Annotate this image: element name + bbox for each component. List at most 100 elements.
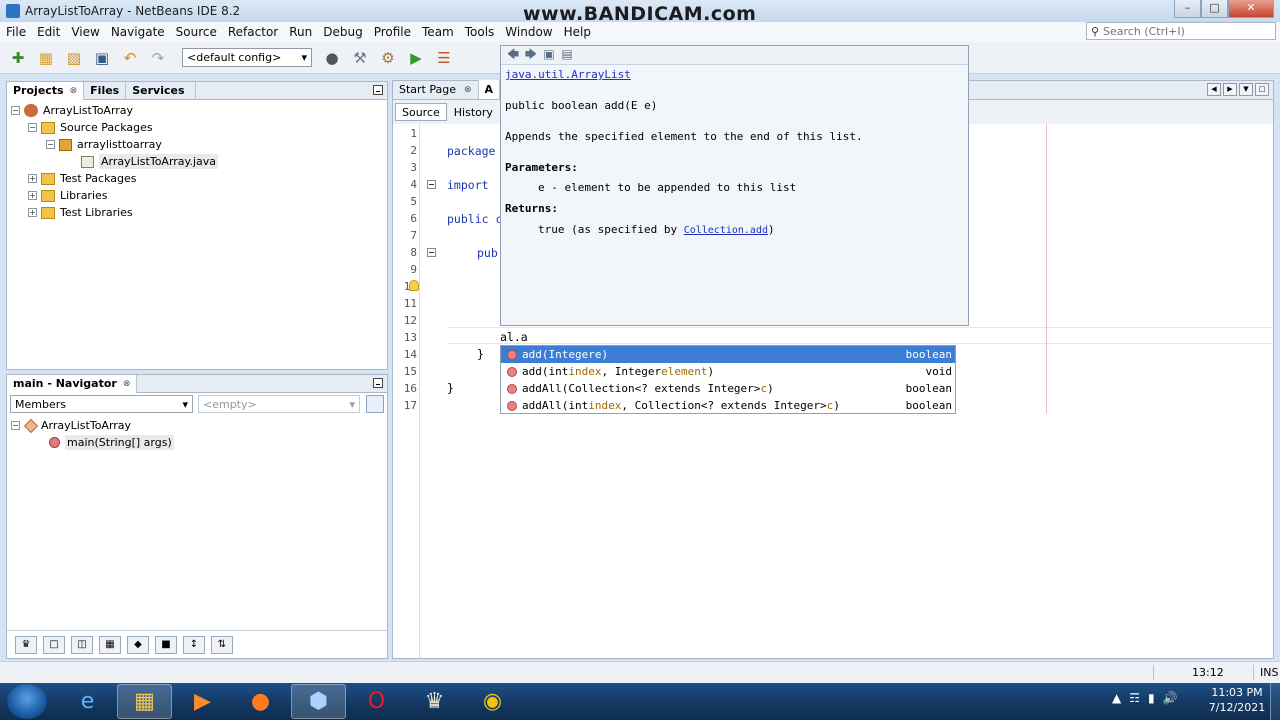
file-explorer-icon[interactable]: ▦ xyxy=(117,684,172,719)
collapse-icon[interactable]: − xyxy=(28,123,37,132)
collapse-icon[interactable]: − xyxy=(46,140,55,149)
scroll-right-icon[interactable]: ▶ xyxy=(1223,83,1237,96)
members-select[interactable]: Members ▾ xyxy=(10,395,193,413)
menu-tools[interactable]: Tools xyxy=(459,25,500,39)
source-view-button[interactable]: Source xyxy=(395,103,447,121)
collection-add-link[interactable]: Collection.add xyxy=(684,225,768,236)
completion-item[interactable]: add (Integer e) boolean xyxy=(501,346,955,363)
tree-node-test-libraries[interactable]: + Test Libraries xyxy=(7,204,387,221)
scroll-left-icon[interactable]: ◀ xyxy=(1207,83,1221,96)
tree-node-test-packages[interactable]: + Test Packages xyxy=(7,170,387,187)
sort-by-source-icon[interactable]: ↕ xyxy=(183,635,205,654)
tab-list-icon[interactable]: ▼ xyxy=(1239,83,1253,96)
navigator-node-class[interactable]: − ArrayListToArray xyxy=(7,417,387,434)
config-select[interactable]: <default config> ▾ xyxy=(182,48,312,67)
tab-navigator[interactable]: main - Navigator ⊗ xyxy=(7,374,138,393)
completion-item[interactable]: add (int index, Integer element) void xyxy=(501,363,955,380)
menu-help[interactable]: Help xyxy=(558,25,596,39)
build-hammer-icon[interactable]: ⚒ xyxy=(348,47,372,69)
tree-node-source-packages[interactable]: − Source Packages xyxy=(7,119,387,136)
fully-qualified-icon[interactable]: ■ xyxy=(155,635,177,654)
menu-navigate[interactable]: Navigate xyxy=(105,25,170,39)
expand-icon[interactable]: + xyxy=(28,174,37,183)
firefox-icon[interactable]: ● xyxy=(233,684,288,719)
netbeans-icon[interactable]: ⬢ xyxy=(291,684,346,719)
fold-toggle-icon[interactable] xyxy=(427,248,436,257)
back-icon[interactable]: 🡄 xyxy=(504,48,522,62)
menu-edit[interactable]: Edit xyxy=(31,25,65,39)
battery-icon[interactable]: ▮ xyxy=(1148,691,1155,705)
close-button[interactable]: ✕ xyxy=(1228,0,1274,18)
tab-arraylisttoarray-java[interactable]: A xyxy=(478,80,501,99)
tree-node-libraries[interactable]: + Libraries xyxy=(7,187,387,204)
collapse-icon[interactable]: − xyxy=(11,106,20,115)
close-icon[interactable]: ⊗ xyxy=(123,379,131,389)
volume-icon[interactable]: 🔊 xyxy=(1163,691,1178,705)
show-hidden-icons-icon[interactable]: ▲ xyxy=(1112,691,1121,705)
show-fields-icon[interactable]: □ xyxy=(43,635,65,654)
save-all-icon[interactable]: ▣ xyxy=(90,47,114,69)
opera-icon[interactable]: O xyxy=(349,684,404,719)
tab-start-page[interactable]: Start Page ⊗ xyxy=(393,80,479,99)
tab-files[interactable]: Files xyxy=(84,81,127,100)
fold-toggle-icon[interactable] xyxy=(427,180,436,189)
close-icon[interactable]: ⊗ xyxy=(70,86,78,96)
minimize-button[interactable]: – xyxy=(1174,0,1201,18)
media-player-icon[interactable]: ▶ xyxy=(175,684,230,719)
start-button[interactable] xyxy=(7,684,47,719)
collapse-icon[interactable]: − xyxy=(11,421,20,430)
menu-window[interactable]: Window xyxy=(499,25,557,39)
minimize-panel-button[interactable] xyxy=(373,85,383,95)
menu-run[interactable]: Run xyxy=(283,25,317,39)
menu-profile[interactable]: Profile xyxy=(368,25,416,39)
history-view-button[interactable]: History xyxy=(447,103,500,121)
system-clock[interactable]: 11:03 PM 7/12/2021 xyxy=(1207,686,1267,714)
clean-build-icon[interactable]: ⚙ xyxy=(376,47,400,69)
menu-debug[interactable]: Debug xyxy=(317,25,367,39)
maximize-button[interactable]: □ xyxy=(1201,0,1228,18)
maximize-icon[interactable]: □ xyxy=(1255,83,1269,96)
show-source-icon[interactable]: ▤ xyxy=(558,48,576,62)
chrome-icon[interactable]: ◉ xyxy=(465,684,520,719)
tree-node-package[interactable]: − arraylisttoarray xyxy=(7,136,387,153)
completion-item[interactable]: addAll (int index, Collection<? extends I… xyxy=(501,397,955,414)
open-in-browser-icon[interactable]: ▣ xyxy=(540,48,558,62)
navigator-node-method[interactable]: main(String[] args) xyxy=(7,434,387,451)
redo-icon[interactable]: ↷ xyxy=(146,47,170,69)
filter-settings-icon[interactable] xyxy=(366,395,384,413)
run-icon[interactable]: ▶ xyxy=(404,47,428,69)
minimize-panel-button[interactable] xyxy=(373,378,383,388)
debug-icon[interactable]: ☰ xyxy=(432,47,456,69)
show-inner-icon[interactable]: ◆ xyxy=(127,635,149,654)
new-project-icon[interactable]: ▦ xyxy=(34,47,58,69)
open-project-icon[interactable]: ▧ xyxy=(62,47,86,69)
expand-icon[interactable]: + xyxy=(28,208,37,217)
sort-by-name-icon[interactable]: ⇅ xyxy=(211,635,233,654)
globe-icon[interactable]: ● xyxy=(320,47,344,69)
menu-refactor[interactable]: Refactor xyxy=(222,25,283,39)
menu-team[interactable]: Team xyxy=(416,25,459,39)
forward-icon[interactable]: 🡆 xyxy=(522,48,540,62)
tree-node-project[interactable]: − ArrayListToArray xyxy=(7,102,387,119)
network-icon[interactable]: ☶ xyxy=(1129,691,1140,705)
expand-icon[interactable]: + xyxy=(28,191,37,200)
empty-select[interactable]: <empty> ▾ xyxy=(198,395,360,413)
show-desktop-button[interactable] xyxy=(1270,683,1280,720)
tree-node-java-file[interactable]: ArrayListToArray.java xyxy=(7,153,387,170)
completion-item[interactable]: addAll (Collection<? extends Integer> c) … xyxy=(501,380,955,397)
menu-view[interactable]: View xyxy=(65,25,104,39)
search-input[interactable] xyxy=(1103,24,1263,38)
tab-services[interactable]: Services xyxy=(126,81,197,100)
emblem-app-icon[interactable]: ♛ xyxy=(407,684,462,719)
hint-lightbulb-icon[interactable] xyxy=(409,280,419,291)
menu-source[interactable]: Source xyxy=(170,25,222,39)
show-inherited-icon[interactable]: ♛ xyxy=(15,635,37,654)
show-nonpublic-icon[interactable]: ▦ xyxy=(99,635,121,654)
new-file-icon[interactable]: ✚ xyxy=(6,47,30,69)
show-static-icon[interactable]: ◫ xyxy=(71,635,93,654)
menu-file[interactable]: File xyxy=(0,25,31,39)
internet-explorer-icon[interactable]: e xyxy=(60,684,115,719)
undo-icon[interactable]: ↶ xyxy=(118,47,142,69)
close-icon[interactable]: ⊗ xyxy=(464,85,472,95)
javadoc-class-link[interactable]: java.util.ArrayList xyxy=(505,68,631,81)
